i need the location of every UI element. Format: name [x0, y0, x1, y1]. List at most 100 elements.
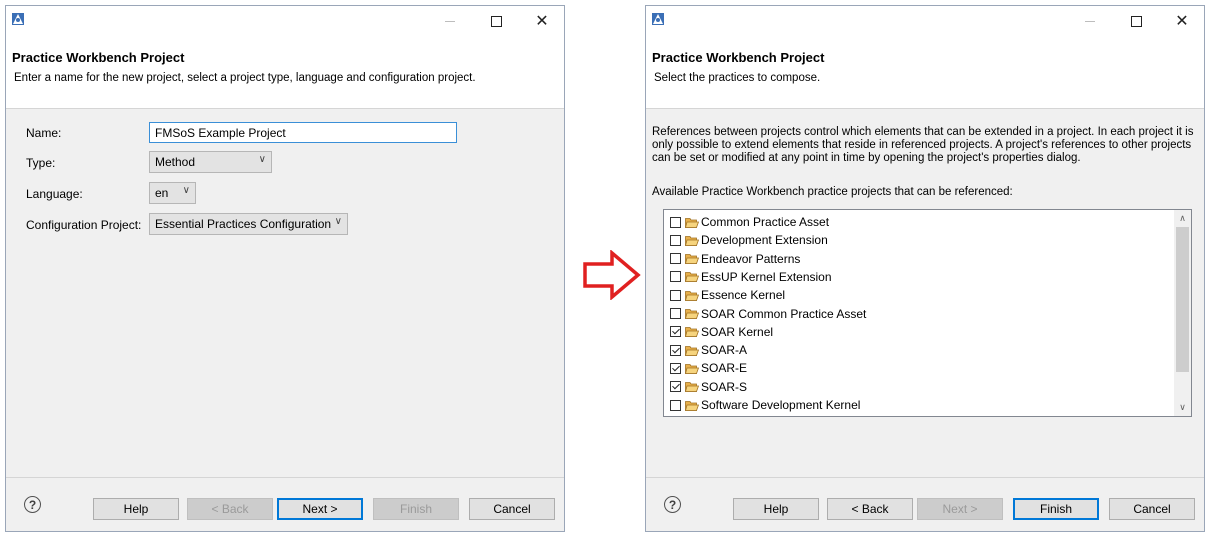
folder-open-icon — [685, 363, 699, 374]
type-select-value: Method — [155, 155, 196, 169]
project-name-input[interactable]: FMSoS Example Project — [149, 122, 457, 143]
checkbox[interactable] — [670, 234, 681, 246]
list-item[interactable]: Endeavor Patterns — [670, 250, 800, 268]
new-project-dialog: ✕ Practice Workbench Project Enter a nam… — [5, 5, 565, 532]
list-item[interactable]: Common Practice Asset — [670, 213, 829, 231]
list-item-label: SOAR Kernel — [701, 324, 774, 339]
footer-divider — [646, 477, 1204, 478]
list-item-label: SOAR-A — [701, 343, 748, 358]
references-explanation: References between projects control whic… — [652, 126, 1194, 164]
list-item[interactable]: Software Development Kernel — [670, 396, 860, 414]
dialog-title: Practice Workbench Project — [652, 50, 825, 65]
cancel-button[interactable]: Cancel — [1109, 498, 1195, 520]
list-item-label: Essence Kernel — [701, 288, 786, 303]
minimize-icon — [445, 21, 455, 22]
vertical-scrollbar[interactable]: ∧ ∨ — [1174, 210, 1191, 416]
list-item-label: SOAR Common Practice Asset — [701, 306, 867, 321]
list-item[interactable]: Essence Kernel — [670, 286, 785, 304]
help-button[interactable]: Help — [93, 498, 179, 520]
language-select-value: en — [155, 186, 169, 200]
scrollbar-thumb[interactable] — [1176, 227, 1189, 372]
checkbox[interactable] — [670, 308, 681, 319]
folder-open-icon — [685, 254, 699, 264]
config-project-select[interactable]: Essential Practices Configuration ∨ — [149, 213, 348, 235]
folder-open-icon — [685, 382, 699, 393]
dialog-description: Enter a name for the new project, select… — [14, 72, 476, 84]
list-item[interactable]: SOAR-A — [670, 341, 747, 359]
back-button[interactable]: < Back — [827, 498, 913, 520]
list-item-label: Endeavor Patterns — [701, 251, 801, 266]
title-bar: ✕ — [646, 6, 1204, 37]
title-bar: ✕ — [6, 6, 564, 37]
type-label: Type: — [26, 156, 56, 170]
close-icon: ✕ — [535, 12, 549, 30]
list-item[interactable]: SOAR-E — [670, 359, 747, 377]
wizard-header: Practice Workbench Project Select the pr… — [646, 37, 1204, 109]
next-button[interactable]: Next > — [917, 498, 1003, 520]
config-project-select-value: Essential Practices Configuration — [155, 217, 332, 231]
workbench-app-icon — [12, 13, 24, 25]
close-icon: ✕ — [1175, 12, 1189, 30]
wizard-header: Practice Workbench Project Enter a name … — [6, 37, 564, 109]
folder-open-icon — [685, 327, 699, 338]
list-item-label: EssUP Kernel Extension — [701, 269, 832, 284]
workbench-app-icon — [652, 13, 664, 25]
list-item-label: Development Extension — [701, 233, 828, 248]
checkbox-checked[interactable] — [670, 344, 681, 356]
folder-open-icon — [685, 217, 699, 228]
config-project-label: Configuration Project: — [26, 218, 142, 232]
question-circle-icon[interactable]: ? — [24, 496, 41, 513]
chevron-up-icon[interactable]: ∧ — [1174, 210, 1191, 227]
maximize-button[interactable] — [474, 6, 518, 37]
practice-projects-list[interactable]: ∧ ∨ Common Practice Asset Development Ext… — [663, 209, 1192, 417]
checkbox[interactable] — [670, 271, 681, 283]
type-select[interactable]: Method ∨ — [149, 151, 272, 173]
folder-open-icon — [685, 309, 699, 319]
list-item[interactable]: Development Extension — [670, 231, 828, 249]
right-arrow-icon — [583, 250, 641, 300]
dialog-title: Practice Workbench Project — [12, 50, 185, 65]
checkbox[interactable] — [670, 289, 681, 301]
close-button[interactable]: ✕ — [1160, 6, 1204, 37]
list-item[interactable]: SOAR Common Practice Asset — [670, 305, 866, 323]
list-label: Available Practice Workbench practice pr… — [652, 186, 1013, 198]
folder-open-icon — [685, 272, 699, 283]
list-item[interactable]: SOAR Kernel — [670, 323, 773, 341]
finish-button[interactable]: Finish — [1013, 498, 1099, 520]
checkbox-checked[interactable] — [670, 362, 681, 374]
language-label: Language: — [26, 187, 83, 201]
footer-divider — [6, 477, 564, 478]
help-button[interactable]: Help — [733, 498, 819, 520]
close-button[interactable]: ✕ — [520, 6, 564, 37]
checkbox[interactable] — [670, 253, 681, 265]
checkbox[interactable] — [670, 216, 681, 228]
folder-open-icon — [685, 235, 699, 246]
checkbox[interactable] — [670, 399, 681, 411]
checkbox-checked[interactable] — [670, 381, 681, 393]
minimize-button[interactable] — [428, 6, 472, 37]
list-item-label: Software Development Kernel — [701, 398, 861, 412]
list-item[interactable]: SOAR-S — [670, 378, 747, 396]
folder-open-icon — [685, 400, 699, 411]
maximize-icon — [490, 16, 502, 27]
list-item[interactable]: EssUP Kernel Extension — [670, 268, 832, 286]
list-item-label: Common Practice Asset — [701, 215, 830, 229]
question-circle-icon[interactable]: ? — [664, 496, 681, 513]
minimize-button[interactable] — [1068, 6, 1112, 37]
chevron-down-icon: ∨ — [258, 154, 266, 165]
chevron-down-icon[interactable]: ∨ — [1174, 399, 1191, 416]
back-button[interactable]: < Back — [187, 498, 273, 520]
maximize-button[interactable] — [1114, 6, 1158, 37]
list-item-label: SOAR-E — [701, 361, 748, 376]
folder-open-icon — [685, 290, 699, 301]
minimize-icon — [1085, 21, 1095, 22]
chevron-down-icon: ∨ — [182, 185, 190, 196]
language-select[interactable]: en ∨ — [149, 182, 196, 204]
cancel-button[interactable]: Cancel — [469, 498, 555, 520]
checkbox-checked[interactable] — [670, 326, 681, 338]
next-button[interactable]: Next > — [277, 498, 363, 520]
finish-button[interactable]: Finish — [373, 498, 459, 520]
maximize-icon — [1130, 16, 1142, 27]
chevron-down-icon: ∨ — [334, 216, 342, 227]
list-item-label: SOAR-S — [701, 379, 748, 394]
